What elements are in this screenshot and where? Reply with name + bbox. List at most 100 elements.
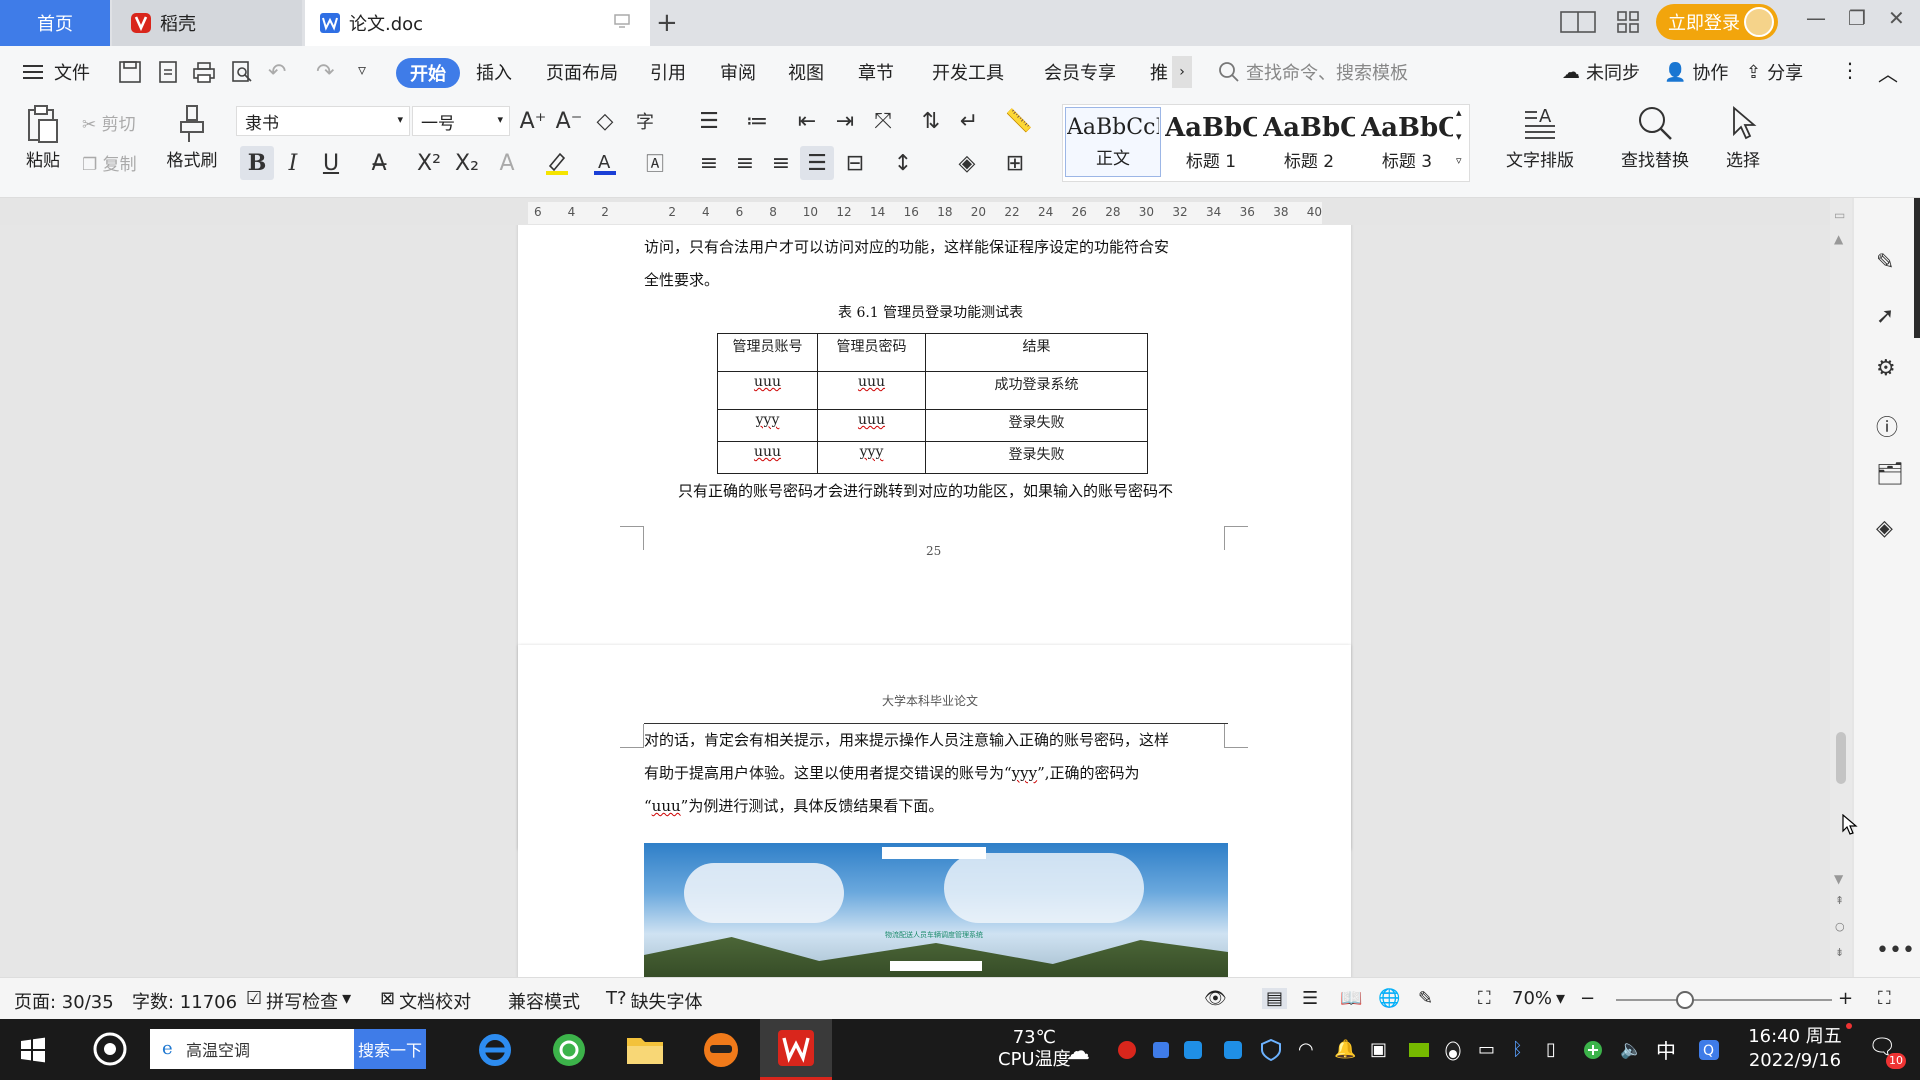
tab-home[interactable]: 首页 — [0, 0, 110, 46]
quick-access-dropdown-icon[interactable]: ▿ — [358, 60, 366, 79]
print-preview-icon[interactable] — [230, 60, 254, 84]
notification-bell-icon[interactable]: 🔔 — [1334, 1039, 1356, 1061]
tab-document[interactable]: 论文.doc — [305, 0, 650, 46]
usb-icon[interactable]: ▯ — [1546, 1039, 1568, 1061]
compat-mode-label[interactable]: 兼容模式 — [508, 988, 580, 1014]
missing-font-button[interactable]: T? 缺失字体 — [606, 988, 703, 1014]
tray-app-icon[interactable] — [1116, 1039, 1138, 1061]
screenshot-image[interactable]: 物流配送人员车辆调度管理系统 — [644, 843, 1228, 977]
scroll-up-icon[interactable]: ▲ — [1834, 232, 1843, 246]
menu-start[interactable]: 开始 — [396, 58, 460, 88]
font-size-select[interactable]: 一号 ▾ — [412, 106, 510, 136]
style-heading-1[interactable]: AaBbC 标题 1 — [1163, 107, 1259, 177]
style-scroll-down-icon[interactable]: ▾ — [1456, 130, 1462, 143]
tray-q-icon[interactable]: Q — [1698, 1039, 1720, 1061]
sliders-icon[interactable]: ⚙ — [1876, 356, 1902, 382]
scroll-thumb[interactable] — [1836, 732, 1846, 784]
split-view-icon[interactable]: ▭ — [1834, 208, 1845, 222]
numbering-icon[interactable]: ≔ — [740, 104, 774, 138]
cut-button[interactable]: ✂ 剪切 — [82, 110, 136, 135]
align-left-icon[interactable]: ≡ — [692, 146, 726, 180]
bullets-icon[interactable]: ☰ — [692, 104, 726, 138]
redo-icon[interactable]: ↷ — [316, 60, 334, 85]
menu-chapter[interactable]: 章节 — [858, 46, 894, 98]
table-cell[interactable]: yyy — [817, 441, 926, 474]
sort-icon[interactable]: ⇅ — [914, 104, 948, 138]
spell-check-button[interactable]: ☑ 拼写检查 ▾ — [246, 988, 351, 1014]
menu-view[interactable]: 视图 — [788, 46, 824, 98]
fullscreen-icon[interactable]: ⛶ — [1878, 988, 1891, 1009]
clear-format-icon[interactable]: ◇ — [588, 104, 622, 138]
write-view-icon[interactable]: ✎ — [1418, 988, 1433, 1009]
wps-taskbar-icon[interactable] — [760, 1019, 832, 1080]
style-normal[interactable]: AaBbCcI 正文 — [1065, 107, 1161, 177]
scroll-down-icon[interactable]: ▼ — [1834, 872, 1843, 886]
menu-recommend[interactable]: 推 — [1150, 46, 1168, 98]
menu-review[interactable]: 审阅 — [720, 46, 756, 98]
align-right-icon[interactable]: ≡ — [764, 146, 798, 180]
taskbar-search-button[interactable]: 搜索一下 — [354, 1029, 426, 1069]
style-scroll-up-icon[interactable]: ▴ — [1456, 106, 1462, 119]
table-cell[interactable]: 登录失败 — [925, 441, 1148, 474]
new-tab-icon[interactable]: + — [656, 8, 678, 38]
font-name-select[interactable]: 隶书 ▾ — [236, 106, 410, 136]
tray-app-icon[interactable] — [1150, 1039, 1172, 1061]
decrease-indent-icon[interactable]: ⇤ — [790, 104, 824, 138]
style-expand-icon[interactable]: ▿ — [1456, 154, 1462, 167]
underline-icon[interactable]: U — [314, 146, 348, 180]
paste-button[interactable]: 粘贴 — [16, 104, 70, 171]
table-header[interactable]: 管理员密码 — [817, 333, 926, 372]
table-cell[interactable]: uuu — [717, 371, 818, 410]
shrink-font-icon[interactable]: A⁻ — [552, 104, 586, 138]
print-icon[interactable] — [192, 60, 216, 84]
collapse-ribbon-icon[interactable]: ︿ — [1878, 58, 1898, 87]
char-border-icon[interactable]: 🄰 — [638, 146, 672, 180]
menu-references[interactable]: 引用 — [650, 46, 686, 98]
nvidia-icon[interactable] — [1408, 1039, 1430, 1061]
select-button[interactable]: 选择 — [1708, 104, 1778, 171]
align-center-icon[interactable]: ≡ — [728, 146, 762, 180]
text-layout-button[interactable]: A 文字排版 — [1492, 104, 1588, 171]
export-pdf-icon[interactable] — [156, 60, 180, 84]
battery-icon[interactable]: ▭ — [1478, 1039, 1500, 1061]
paragraph-line[interactable]: 有助于提高用户体验。这里以使用者提交错误的账号为“yyy”,正确的密码为 — [644, 757, 1140, 790]
find-replace-button[interactable]: 查找替换 — [1610, 104, 1700, 171]
table-header[interactable]: 结果 — [925, 333, 1148, 372]
360-browser-icon[interactable] — [546, 1027, 592, 1073]
text-effect-icon[interactable]: A — [490, 146, 524, 180]
style-heading-3[interactable]: AaBbC 标题 3 — [1359, 107, 1455, 177]
apps-grid-icon[interactable] — [1616, 10, 1640, 34]
login-button[interactable]: 立即登录 — [1656, 4, 1778, 40]
justify-icon[interactable]: ☰ — [800, 146, 834, 180]
menu-member[interactable]: 会员专享 — [1044, 46, 1116, 98]
bluetooth-icon[interactable]: ᛒ — [1512, 1039, 1534, 1061]
eye-protection-icon[interactable]: 👁 — [1204, 988, 1227, 1009]
windows-start-icon[interactable] — [20, 1037, 46, 1063]
command-search[interactable]: 查找命令、搜索模板 — [1218, 56, 1408, 88]
restore-icon[interactable]: ❐ — [1848, 6, 1866, 30]
tray-plus-icon[interactable] — [1582, 1039, 1604, 1061]
grow-font-icon[interactable]: A⁺ — [516, 104, 550, 138]
strikethrough-icon[interactable]: A̶ — [362, 146, 396, 180]
cpu-temp-widget[interactable]: 73℃ CPU温度 — [998, 1027, 1071, 1071]
select-browse-icon[interactable]: ○ — [1835, 920, 1845, 933]
copy-button[interactable]: ❐ 复制 — [82, 150, 137, 175]
taskbar-search-input[interactable]: e 高温空调 — [150, 1029, 354, 1069]
increase-indent-icon[interactable]: ⇥ — [828, 104, 862, 138]
game-app-icon[interactable] — [698, 1027, 744, 1073]
qq-penguin-icon[interactable] — [1442, 1039, 1464, 1061]
share-button[interactable]: ⇪ 分享 — [1746, 46, 1803, 98]
menu-page-layout[interactable]: 页面布局 — [546, 46, 618, 98]
file-explorer-icon[interactable] — [622, 1027, 668, 1073]
table-cell[interactable]: 登录失败 — [925, 409, 1148, 442]
more-sidebar-icon[interactable]: ••• — [1876, 938, 1915, 964]
format-painter-button[interactable]: 格式刷 — [162, 104, 222, 171]
table-cell[interactable]: 成功登录系统 — [925, 371, 1148, 410]
borders-icon[interactable]: ⊞ — [998, 146, 1032, 180]
paragraph-text[interactable]: 只有正确的账号密码才会进行跳转到对应的功能区，如果输入的账号密码不 — [678, 475, 1173, 508]
sync-button[interactable]: ☁ 未同步 — [1562, 46, 1640, 98]
table-cell[interactable]: uuu — [717, 441, 818, 474]
table-caption[interactable]: 表 6.1 管理员登录功能测试表 — [838, 297, 1023, 330]
minimize-icon[interactable]: — — [1806, 6, 1826, 30]
chinese-layout-icon[interactable]: ⤧ — [866, 104, 900, 138]
